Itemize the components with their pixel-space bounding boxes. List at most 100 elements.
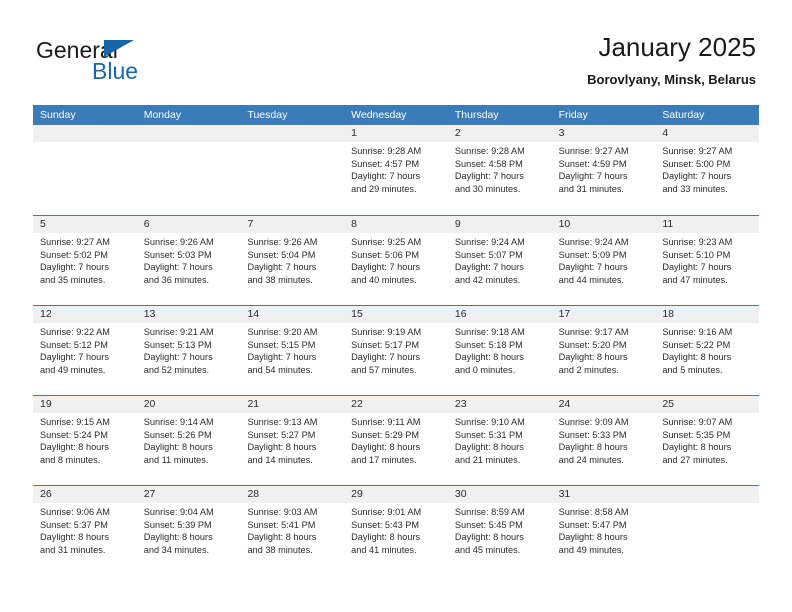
sunrise-text: Sunrise: 9:19 AM xyxy=(351,327,422,337)
day-number: 20 xyxy=(136,396,241,413)
day-cell[interactable]: 30 Sunrise: 8:59 AM Sunset: 5:45 PM Dayl… xyxy=(447,486,552,575)
sunset-text: Sunset: 5:29 PM xyxy=(351,429,420,440)
daylight-text-line2: and 30 minutes. xyxy=(454,183,521,194)
daylight-text-line1: Daylight: 8 hours xyxy=(454,532,524,543)
sunset-text: Sunset: 5:33 PM xyxy=(558,429,627,440)
day-cell[interactable]: 26 Sunrise: 9:06 AM Sunset: 5:37 PM Dayl… xyxy=(33,486,137,575)
sunrise-text: Sunrise: 9:07 AM xyxy=(662,417,733,427)
daylight-text-line2: and 49 minutes. xyxy=(40,364,106,375)
day-number: 18 xyxy=(655,306,760,323)
daylight-text-line2: and 34 minutes. xyxy=(143,544,210,555)
daylight-text-line2: and 11 minutes. xyxy=(143,454,209,465)
day-cell[interactable]: 28 Sunrise: 9:03 AM Sunset: 5:41 PM Dayl… xyxy=(240,486,345,575)
day-details: Sunrise: 9:18 AM Sunset: 5:18 PM Dayligh… xyxy=(448,323,552,376)
day-cell[interactable]: 17 Sunrise: 9:17 AM Sunset: 5:20 PM Dayl… xyxy=(551,306,656,395)
day-number: 6 xyxy=(136,216,241,233)
sunset-text: Sunset: 5:37 PM xyxy=(40,519,108,530)
weekday-header-friday: Friday xyxy=(558,109,588,121)
day-details: Sunrise: 8:59 AM Sunset: 5:45 PM Dayligh… xyxy=(448,503,552,556)
day-details: Sunrise: 9:14 AM Sunset: 5:26 PM Dayligh… xyxy=(137,413,241,466)
sunrise-text: Sunrise: 9:28 AM xyxy=(454,146,525,156)
day-number xyxy=(136,125,241,142)
day-cell[interactable]: 1 Sunrise: 9:28 AM Sunset: 4:57 PM Dayli… xyxy=(344,125,448,214)
daylight-text-line1: Daylight: 8 hours xyxy=(143,442,213,453)
day-number: 16 xyxy=(447,306,552,323)
day-cell[interactable]: 25 Sunrise: 9:07 AM Sunset: 5:35 PM Dayl… xyxy=(655,396,760,485)
day-cell[interactable]: 29 Sunrise: 9:01 AM Sunset: 5:43 PM Dayl… xyxy=(344,486,448,575)
daylight-text-line2: and 33 minutes. xyxy=(662,183,728,194)
sunrise-text: Sunrise: 9:04 AM xyxy=(143,507,214,517)
day-details: Sunrise: 9:26 AM Sunset: 5:03 PM Dayligh… xyxy=(137,233,241,286)
day-cell[interactable]: 7 Sunrise: 9:26 AM Sunset: 5:04 PM Dayli… xyxy=(240,216,345,305)
day-details: Sunrise: 9:16 AM Sunset: 5:22 PM Dayligh… xyxy=(655,323,759,376)
day-cell xyxy=(240,125,345,214)
title-block: January 2025 Borovlyany, Minsk, Belarus xyxy=(587,30,756,90)
sunset-text: Sunset: 5:04 PM xyxy=(247,249,316,260)
day-details: Sunrise: 9:24 AM Sunset: 5:09 PM Dayligh… xyxy=(552,233,656,286)
day-number: 15 xyxy=(344,306,448,323)
daylight-text-line1: Daylight: 8 hours xyxy=(662,442,732,453)
daylight-text-line2: and 21 minutes. xyxy=(454,454,521,465)
day-cell[interactable]: 14 Sunrise: 9:20 AM Sunset: 5:15 PM Dayl… xyxy=(240,306,345,395)
day-number: 21 xyxy=(240,396,345,413)
day-cell[interactable]: 6 Sunrise: 9:26 AM Sunset: 5:03 PM Dayli… xyxy=(136,216,241,305)
weekday-header-thursday: Thursday xyxy=(454,109,499,121)
day-details: Sunrise: 9:17 AM Sunset: 5:20 PM Dayligh… xyxy=(552,323,656,376)
day-details: Sunrise: 9:27 AM Sunset: 5:02 PM Dayligh… xyxy=(33,233,137,286)
daylight-text-line2: and 40 minutes. xyxy=(351,274,417,285)
day-cell[interactable]: 13 Sunrise: 9:21 AM Sunset: 5:13 PM Dayl… xyxy=(136,306,241,395)
day-cell[interactable]: 11 Sunrise: 9:23 AM Sunset: 5:10 PM Dayl… xyxy=(655,216,760,305)
day-number: 4 xyxy=(655,125,760,142)
day-cell[interactable]: 16 Sunrise: 9:18 AM Sunset: 5:18 PM Dayl… xyxy=(447,306,552,395)
day-number: 26 xyxy=(33,486,137,503)
daylight-text-line2: and 49 minutes. xyxy=(558,544,624,555)
day-cell[interactable]: 5 Sunrise: 9:27 AM Sunset: 5:02 PM Dayli… xyxy=(33,216,137,305)
daylight-text-line2: and 41 minutes. xyxy=(351,544,417,555)
day-cell[interactable]: 27 Sunrise: 9:04 AM Sunset: 5:39 PM Dayl… xyxy=(136,486,241,575)
daylight-text-line1: Daylight: 7 hours xyxy=(247,262,317,273)
day-cell[interactable]: 22 Sunrise: 9:11 AM Sunset: 5:29 PM Dayl… xyxy=(344,396,448,485)
day-details: Sunrise: 9:10 AM Sunset: 5:31 PM Dayligh… xyxy=(448,413,552,466)
sunset-text: Sunset: 5:45 PM xyxy=(454,519,523,530)
day-cell[interactable]: 2 Sunrise: 9:28 AM Sunset: 4:58 PM Dayli… xyxy=(447,125,552,214)
day-cell xyxy=(33,125,137,214)
day-cell[interactable]: 19 Sunrise: 9:15 AM Sunset: 5:24 PM Dayl… xyxy=(33,396,137,485)
daylight-text-line1: Daylight: 7 hours xyxy=(351,171,421,182)
sunset-text: Sunset: 5:13 PM xyxy=(143,339,212,350)
day-cell[interactable]: 21 Sunrise: 9:13 AM Sunset: 5:27 PM Dayl… xyxy=(240,396,345,485)
daylight-text-line1: Daylight: 8 hours xyxy=(558,442,628,453)
sunrise-text: Sunrise: 9:25 AM xyxy=(351,237,422,247)
day-number: 9 xyxy=(447,216,552,233)
day-cell[interactable]: 31 Sunrise: 8:58 AM Sunset: 5:47 PM Dayl… xyxy=(551,486,656,575)
day-cell[interactable]: 3 Sunrise: 9:27 AM Sunset: 4:59 PM Dayli… xyxy=(551,125,656,214)
sunset-text: Sunset: 5:27 PM xyxy=(247,429,316,440)
day-cell[interactable]: 24 Sunrise: 9:09 AM Sunset: 5:33 PM Dayl… xyxy=(551,396,656,485)
sunrise-text: Sunrise: 9:27 AM xyxy=(40,237,110,247)
sunrise-text: Sunrise: 9:11 AM xyxy=(351,417,421,427)
day-cell[interactable]: 12 Sunrise: 9:22 AM Sunset: 5:12 PM Dayl… xyxy=(33,306,137,395)
page-header: General Blue January 2025 Borovlyany, Mi… xyxy=(0,0,792,104)
brand-logo[interactable]: General Blue xyxy=(36,37,296,93)
sunset-text: Sunset: 5:26 PM xyxy=(143,429,212,440)
day-number: 31 xyxy=(551,486,656,503)
day-cell[interactable]: 20 Sunrise: 9:14 AM Sunset: 5:26 PM Dayl… xyxy=(136,396,241,485)
sunset-text: Sunset: 4:57 PM xyxy=(351,158,420,169)
day-cell[interactable]: 18 Sunrise: 9:16 AM Sunset: 5:22 PM Dayl… xyxy=(655,306,760,395)
daylight-text-line1: Daylight: 7 hours xyxy=(558,262,628,273)
day-cell[interactable]: 9 Sunrise: 9:24 AM Sunset: 5:07 PM Dayli… xyxy=(447,216,552,305)
daylight-text-line2: and 42 minutes. xyxy=(454,274,521,285)
day-cell[interactable]: 15 Sunrise: 9:19 AM Sunset: 5:17 PM Dayl… xyxy=(344,306,448,395)
day-cell[interactable]: 8 Sunrise: 9:25 AM Sunset: 5:06 PM Dayli… xyxy=(344,216,448,305)
daylight-text-line1: Daylight: 7 hours xyxy=(558,171,628,182)
weekday-header-sunday: Sunday xyxy=(40,109,76,121)
sunrise-text: Sunrise: 9:20 AM xyxy=(247,327,318,337)
daylight-text-line2: and 36 minutes. xyxy=(143,274,210,285)
day-cell[interactable]: 4 Sunrise: 9:27 AM Sunset: 5:00 PM Dayli… xyxy=(655,125,760,214)
day-cell[interactable]: 23 Sunrise: 9:10 AM Sunset: 5:31 PM Dayl… xyxy=(447,396,552,485)
daylight-text-line1: Daylight: 7 hours xyxy=(247,352,317,363)
day-details: Sunrise: 9:22 AM Sunset: 5:12 PM Dayligh… xyxy=(33,323,137,376)
sunset-text: Sunset: 5:17 PM xyxy=(351,339,420,350)
day-cell[interactable]: 10 Sunrise: 9:24 AM Sunset: 5:09 PM Dayl… xyxy=(551,216,656,305)
day-details: Sunrise: 9:27 AM Sunset: 4:59 PM Dayligh… xyxy=(552,142,656,195)
day-details: Sunrise: 9:23 AM Sunset: 5:10 PM Dayligh… xyxy=(655,233,759,286)
